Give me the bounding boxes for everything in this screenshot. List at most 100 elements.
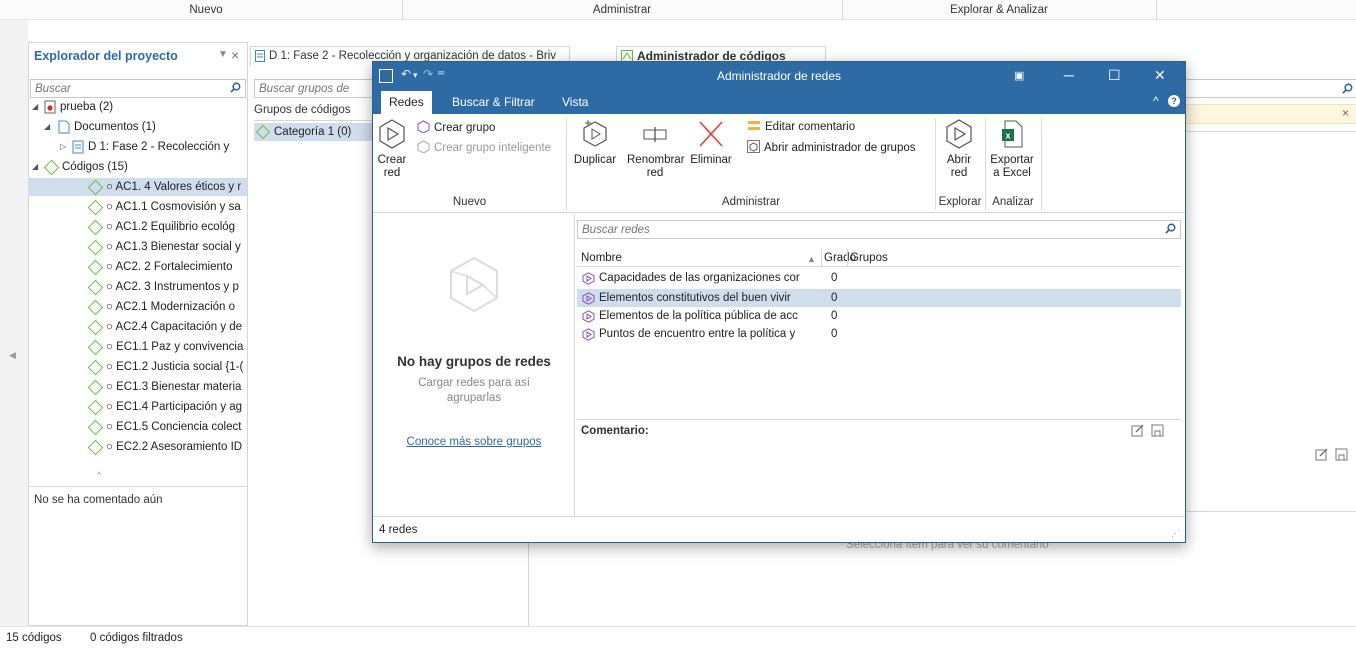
save-comment-icon[interactable] [1335, 448, 1348, 461]
code-item[interactable]: ○ EC1.4 Participación y ag [28, 398, 247, 416]
code-item[interactable]: ○ AC2. 2 Fortalecimiento [28, 258, 247, 276]
expand-arrow-icon[interactable]: ◢ [32, 98, 38, 116]
scroll-more-icon[interactable]: ^ [97, 470, 101, 480]
network-name: Elementos de la política pública de acc [599, 310, 798, 322]
network-search[interactable] [577, 220, 1181, 239]
status-bar: 15 códigos 0 códigos filtrados [0, 626, 1356, 648]
network-icon [379, 119, 405, 149]
explorer-search[interactable] [30, 79, 246, 98]
code-item[interactable]: ○ EC1.3 Bienestar materia [28, 378, 247, 396]
dialog-titlebar[interactable]: ↶ ▾ ↷ ≂ Administrador de redes ▣ ─ ☐ ✕ [373, 62, 1185, 91]
expand-arrow-icon[interactable]: ◢ [32, 158, 38, 176]
code-item[interactable]: ○ EC1.5 Conciencia colect [28, 418, 247, 436]
network-grade: 0 [831, 328, 838, 340]
code-item[interactable]: ○ EC1.2 Justicia social {1-( [28, 358, 247, 376]
code-item[interactable]: ○ AC2.4 Capacitación y de [28, 318, 247, 336]
tree-item-project[interactable]: ◢ prueba (2) [28, 98, 247, 116]
crear-grupo-button[interactable]: Crear grupo [417, 120, 495, 134]
code-item[interactable]: ○ AC1.3 Bienestar social y [28, 238, 247, 256]
code-manager-search[interactable] [1186, 79, 1356, 98]
resize-grip-icon[interactable]: ⋰ [1171, 528, 1180, 539]
search-icon[interactable] [230, 82, 241, 93]
code-group-item[interactable]: Categoría 1 (0) [254, 123, 376, 141]
comment-label: Comentario: [581, 425, 649, 437]
renombrar-red-button[interactable]: Renombrar red [627, 118, 685, 180]
network-grade: 0 [831, 272, 838, 284]
exportar-excel-button[interactable]: x Exportar a Excel [987, 118, 1037, 180]
network-row[interactable]: Puntos de encuentro entre la política y … [577, 325, 1181, 343]
crear-red-button[interactable]: Crear red [375, 118, 409, 180]
code-label: ○ AC2. 2 Fortalecimiento [106, 261, 233, 273]
code-item[interactable]: ○ AC1. 4 Valores éticos y r [28, 178, 247, 196]
ribbon-display-icon[interactable]: ▣ [1014, 69, 1024, 82]
search-icon[interactable] [1342, 83, 1353, 94]
close-icon[interactable]: × [1342, 106, 1349, 120]
editar-comentario-button[interactable]: Editar comentario [747, 120, 855, 133]
network-row[interactable]: Capacidades de las organizaciones cor 0 [577, 269, 1181, 287]
tree-item-label: D 1: Fase 2 - Recolección y [88, 141, 230, 153]
search-icon[interactable] [1165, 223, 1176, 234]
divider [1186, 131, 1356, 132]
code-item[interactable]: ○ AC1.1 Cosmovisión y sa [28, 198, 247, 216]
code-groups-search[interactable] [254, 79, 374, 98]
minimize-icon[interactable]: ─ [1064, 67, 1074, 83]
collapse-arrow-icon[interactable]: ◀ [9, 350, 16, 361]
code-label: ○ EC2.2 Asesoramiento ID [106, 441, 243, 453]
code-groups-header: Grupos de códigos [254, 104, 351, 116]
code-groups-search-input[interactable] [255, 80, 373, 97]
text-document-icon [255, 50, 265, 62]
ribbon-group-explorar: Explorar & Analizar [950, 4, 1048, 16]
tree-item-codes[interactable]: ◢ Códigos (15) [28, 158, 247, 176]
tab-vista[interactable]: Vista [562, 91, 588, 114]
code-item[interactable]: ○ AC2.1 Modernización o [28, 298, 247, 316]
sort-ascending-icon[interactable]: ▲ [807, 250, 816, 268]
left-collapse-gutter[interactable]: ◀ [0, 20, 28, 626]
code-label: ○ AC1.3 Bienestar social y [106, 241, 241, 253]
maximize-icon[interactable]: ☐ [1108, 67, 1121, 84]
help-icon[interactable]: ? [1168, 95, 1180, 107]
tab-redes[interactable]: Redes [381, 91, 432, 114]
learn-more-link[interactable]: Conoce más sobre grupos [373, 436, 575, 448]
column-header-nombre[interactable]: Nombre [581, 249, 622, 267]
column-header-grupos[interactable]: Grupos [850, 249, 888, 267]
tree-item-documents[interactable]: ◢ Documentos (1) [28, 118, 247, 136]
crear-grupo-label: Crear grupo [434, 122, 496, 134]
save-comment-icon[interactable] [1151, 424, 1164, 437]
code-label: ○ EC1.2 Justicia social {1-( [106, 361, 244, 373]
group-manager-icon [747, 140, 760, 153]
edit-comment-icon[interactable] [1131, 424, 1144, 437]
code-icon [87, 319, 104, 336]
edit-comment-icon[interactable] [1315, 448, 1328, 461]
column-divider[interactable] [821, 249, 822, 267]
network-row[interactable]: Elementos de la política pública de acc … [577, 307, 1181, 325]
code-icon [87, 259, 104, 276]
network-icon [582, 272, 595, 285]
code-item[interactable]: ○ AC2. 3 Instrumentos y p [28, 278, 247, 296]
abrir-red-button[interactable]: Abrir red [937, 118, 981, 180]
collapse-ribbon-icon[interactable]: ^ [1153, 94, 1159, 108]
abrir-admin-grupos-button[interactable]: Abrir administrador de grupos [747, 140, 916, 154]
duplicar-button[interactable]: Duplicar [569, 118, 621, 167]
column-divider[interactable] [847, 249, 848, 267]
tree-item-document-1[interactable]: ▷ D 1: Fase 2 - Recolección y [28, 138, 247, 156]
close-icon[interactable]: × [231, 47, 239, 63]
tab-buscar-filtrar[interactable]: Buscar & Filtrar [452, 91, 535, 114]
ribbon-group-label: Nuevo [452, 196, 487, 208]
network-row[interactable]: Elementos constitutivos del buen vivir 0 [577, 289, 1181, 307]
explorer-search-input[interactable] [31, 80, 245, 97]
ribbon-separator [1041, 118, 1042, 210]
network-grade: 0 [831, 292, 838, 304]
close-icon[interactable]: ✕ [1154, 67, 1166, 84]
eliminar-button[interactable]: Eliminar [685, 118, 737, 167]
code-item[interactable]: ○ EC1.1 Paz y convivencia [28, 338, 247, 356]
crear-grupo-inteligente-button[interactable]: Crear grupo inteligente [417, 140, 551, 154]
code-icon [87, 359, 104, 376]
expand-arrow-icon[interactable]: ◢ [44, 118, 50, 136]
code-label: ○ EC1.3 Bienestar materia [106, 381, 242, 393]
pin-dropdown-icon[interactable]: ▼ [218, 49, 228, 60]
code-item[interactable]: ○ AC1.2 Equilibrio ecológ [28, 218, 247, 236]
ribbon-group-label: Analizar [992, 196, 1034, 208]
network-search-input[interactable] [578, 221, 1180, 238]
code-item[interactable]: ○ EC2.2 Asesoramiento ID [28, 438, 247, 456]
expand-arrow-icon[interactable]: ▷ [60, 138, 66, 156]
